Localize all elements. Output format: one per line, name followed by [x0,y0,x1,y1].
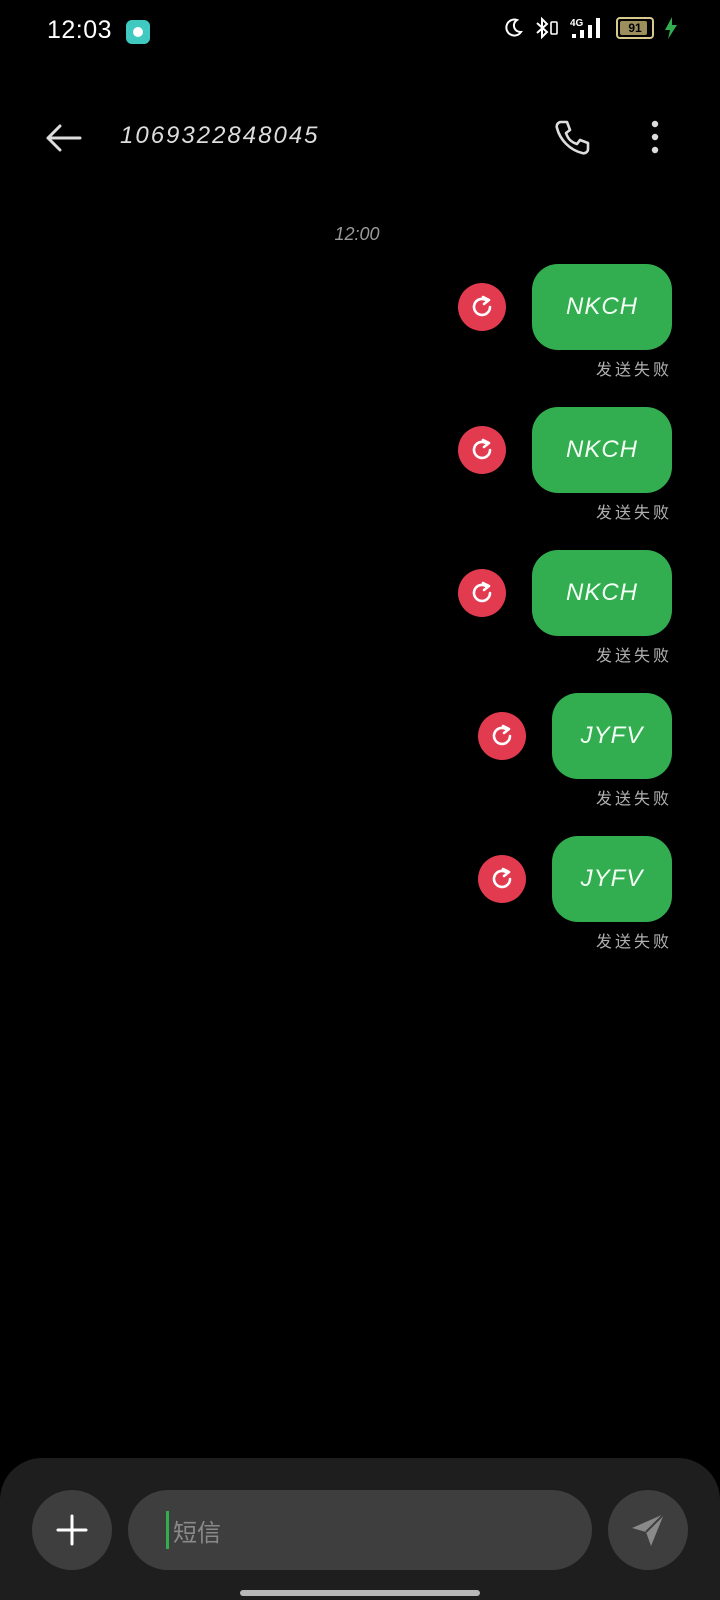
conversation-timestamp: 12:00 [334,224,380,244]
attach-button[interactable] [32,1490,112,1570]
resend-button[interactable] [458,426,506,474]
resend-button[interactable] [478,712,526,760]
app-notification-icon [126,20,150,44]
refresh-icon [472,438,492,460]
message-item: NKCH 发送失败 [458,550,672,666]
refresh-icon [492,724,512,746]
more-options-icon[interactable] [640,118,670,158]
battery-icon: 91 [616,17,654,39]
message-item: NKCH 发送失败 [458,264,672,380]
contact-number: 1069322848045 [120,122,320,149]
status-bar: 12:03 4G 91 [0,0,720,64]
message-item: NKCH 发送失败 [458,407,672,523]
resend-button[interactable] [458,569,506,617]
text-cursor [166,1511,169,1549]
message-bubble[interactable]: NKCH [532,264,672,350]
charging-bolt-icon [665,17,677,39]
back-arrow-icon[interactable] [44,118,84,158]
message-input[interactable]: 短信 [128,1490,592,1570]
message-input-placeholder: 短信 [173,1519,221,1547]
conversation-header: 1069322848045 [0,100,720,176]
battery-level-text: 91 [628,21,642,35]
resend-button[interactable] [478,855,526,903]
refresh-icon [472,581,492,603]
message-item: JYFV 发送失败 [478,836,672,952]
refresh-icon [492,867,512,889]
signal-4g-icon: 4G [570,18,600,38]
bluetooth-icon [536,16,558,40]
moon-icon [505,18,523,37]
plus-icon [56,1514,88,1546]
send-icon [632,1513,665,1546]
message-bubble[interactable]: NKCH [532,550,672,636]
refresh-icon [472,295,492,317]
composer-bar: 短信 [0,1458,720,1600]
status-time: 12:03 [47,16,113,44]
send-failed-status: 发送失败 [595,362,672,379]
send-failed-status: 发送失败 [595,791,672,808]
message-bubble[interactable]: JYFV [552,836,672,922]
send-failed-status: 发送失败 [595,934,672,951]
send-failed-status: 发送失败 [595,505,672,522]
send-button[interactable] [608,1490,688,1570]
send-failed-status: 发送失败 [595,648,672,665]
status-icons: 4G 91 [504,16,678,40]
message-item: JYFV 发送失败 [478,693,672,809]
svg-text:4G: 4G [570,18,584,29]
resend-button[interactable] [458,283,506,331]
message-bubble[interactable]: JYFV [552,693,672,779]
message-bubble[interactable]: NKCH [532,407,672,493]
phone-call-icon[interactable] [552,118,592,158]
home-indicator[interactable] [240,1590,480,1596]
